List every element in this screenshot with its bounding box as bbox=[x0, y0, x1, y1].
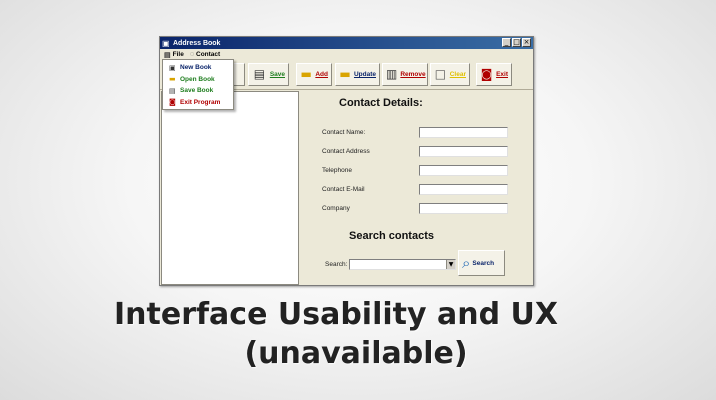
save-button[interactable]: ▤ Save bbox=[248, 63, 289, 86]
update-button[interactable]: ▬ Update bbox=[335, 63, 380, 86]
contact-email-label: Contact E-Mail bbox=[322, 186, 365, 193]
exit-button-label: Exit bbox=[496, 71, 508, 78]
file-menu-dropdown: ▣ New Book ▬ Open Book ▤ Save Book ◙ Exi… bbox=[162, 59, 234, 110]
minimize-button[interactable]: _ bbox=[502, 38, 511, 47]
file-menu-icon: ▤ bbox=[164, 51, 171, 59]
contact-name-label: Contact Name: bbox=[322, 129, 366, 136]
clear-button-label: Clear bbox=[449, 71, 466, 78]
exit-icon: ◙ bbox=[480, 67, 493, 81]
exit-button[interactable]: ◙ Exit bbox=[476, 63, 512, 86]
clear-button[interactable]: □ Clear bbox=[430, 63, 470, 86]
window-controls: _ □ × bbox=[502, 38, 531, 47]
close-button[interactable]: × bbox=[522, 38, 531, 47]
clear-icon: □ bbox=[434, 67, 447, 81]
exit-program-icon: ◙ bbox=[169, 98, 176, 107]
open-book-icon: ▬ bbox=[169, 75, 176, 84]
new-book-icon: ▣ bbox=[169, 63, 176, 72]
title-bar[interactable]: ▣ Address Book _ □ × bbox=[160, 37, 533, 49]
contact-name-field[interactable] bbox=[419, 127, 508, 138]
remove-button-label: Remove bbox=[400, 71, 426, 78]
menu-contact-label: Contact bbox=[196, 51, 221, 58]
caption-line-1: Interface Usability and UX bbox=[113, 297, 558, 332]
search-button-label: Search bbox=[472, 259, 495, 267]
menu-item-new-book-label: New Book bbox=[180, 64, 212, 72]
menu-item-exit-program-label: Exit Program bbox=[180, 98, 221, 106]
save-icon: ▤ bbox=[253, 67, 266, 81]
add-button[interactable]: ▬ Add bbox=[296, 63, 332, 86]
menu-item-exit-program[interactable]: ◙ Exit Program bbox=[163, 97, 233, 109]
contacts-list[interactable] bbox=[161, 91, 299, 285]
window-title: Address Book bbox=[173, 39, 221, 47]
menu-file-label: File bbox=[172, 51, 184, 58]
contact-address-field[interactable] bbox=[419, 146, 508, 157]
contact-menu-icon: ◌ bbox=[189, 51, 194, 58]
update-button-label: Update bbox=[353, 71, 376, 78]
search-dropdown[interactable]: ▼ bbox=[349, 259, 456, 270]
menu-item-save-book[interactable]: ▤ Save Book bbox=[163, 85, 233, 97]
menu-item-save-book-label: Save Book bbox=[180, 87, 214, 95]
save-button-label: Save bbox=[269, 71, 285, 78]
contact-address-label: Contact Address bbox=[322, 148, 370, 155]
save-book-icon: ▤ bbox=[169, 86, 176, 95]
remove-button[interactable]: ▥ Remove bbox=[382, 63, 428, 86]
update-folder-icon: ▬ bbox=[339, 67, 351, 81]
contact-email-field[interactable] bbox=[419, 184, 508, 195]
menu-contact[interactable]: ◌ Contact bbox=[190, 51, 220, 58]
maximize-button[interactable]: □ bbox=[512, 38, 521, 47]
menu-item-open-book-label: Open Book bbox=[180, 75, 215, 83]
telephone-field[interactable] bbox=[419, 165, 508, 176]
company-label: Company bbox=[322, 205, 350, 212]
app-icon: ▣ bbox=[162, 38, 170, 48]
chevron-down-icon[interactable]: ▼ bbox=[446, 260, 455, 269]
add-button-label: Add bbox=[315, 71, 328, 78]
add-folder-icon: ▬ bbox=[300, 67, 312, 81]
contact-details-heading: Contact Details: bbox=[339, 97, 423, 109]
search-label: Search: bbox=[325, 261, 348, 268]
menu-item-new-book[interactable]: ▣ New Book bbox=[163, 62, 233, 74]
caption-line-2: (unavailable) bbox=[244, 336, 468, 371]
menu-file[interactable]: ▤ File bbox=[164, 51, 184, 59]
trash-icon: ▥ bbox=[386, 67, 398, 81]
company-field[interactable] bbox=[419, 203, 508, 214]
contact-details-panel: Contact Details: Contact Name: Contact A… bbox=[300, 91, 533, 285]
search-contacts-heading: Search contacts bbox=[349, 230, 434, 242]
telephone-label: Telephone bbox=[322, 167, 352, 174]
search-button[interactable]: ⌕ Search bbox=[458, 250, 505, 276]
menu-item-open-book[interactable]: ▬ Open Book bbox=[163, 74, 233, 86]
magnifier-icon: ⌕ bbox=[462, 254, 471, 272]
